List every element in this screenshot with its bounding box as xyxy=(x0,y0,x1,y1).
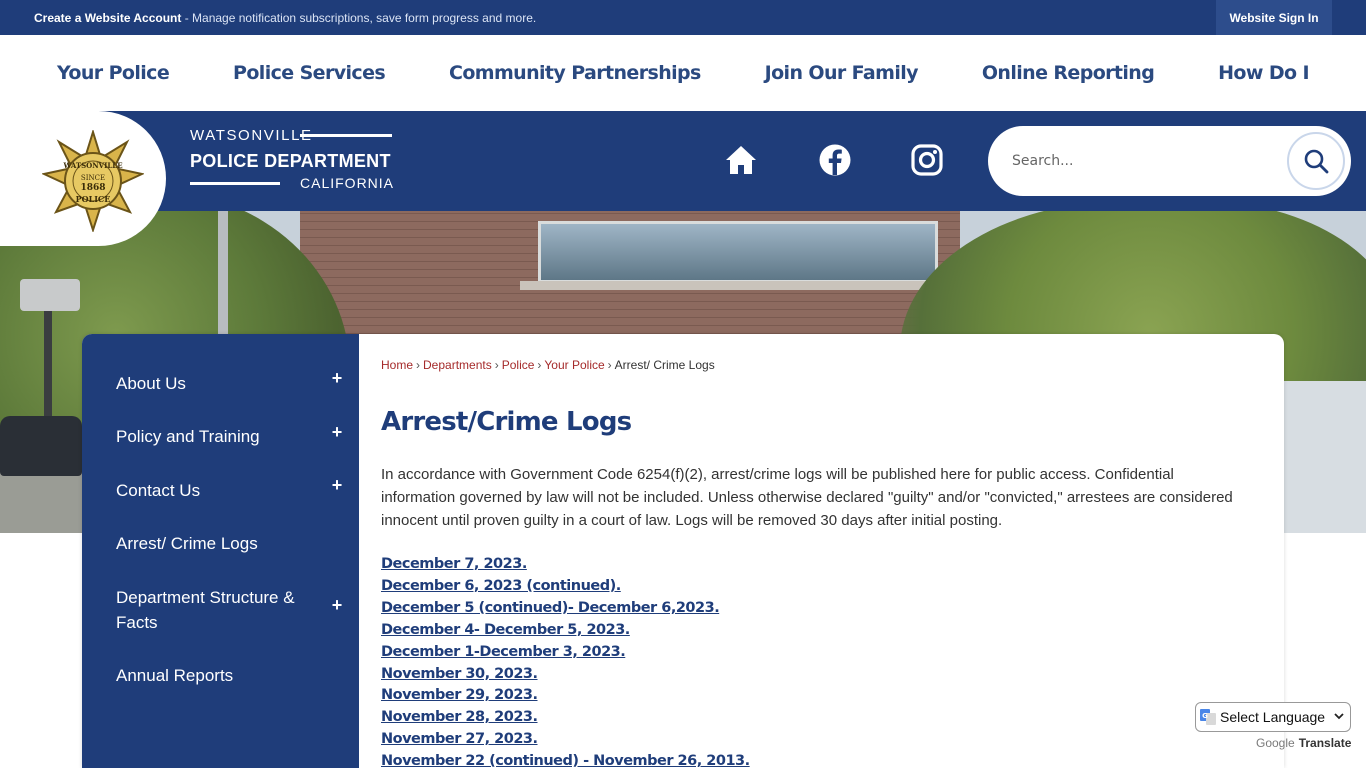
expand-contact-us-icon[interactable]: + xyxy=(327,475,347,496)
powered-by-google: Google Translate xyxy=(1256,736,1351,750)
wordmark-city: WATSONVILLE xyxy=(190,127,313,144)
badge-text-bottom: POLICE xyxy=(76,194,111,204)
nav-police-services[interactable]: Police Services xyxy=(233,62,386,84)
account-notice[interactable]: Create a Website Account - Manage notifi… xyxy=(34,11,536,25)
log-link[interactable]: November 29, 2023. xyxy=(381,685,1261,707)
content-card: About Us + Policy and Training + Contact… xyxy=(82,334,1284,768)
breadcrumb-police[interactable]: Police xyxy=(502,358,535,372)
create-account-link[interactable]: Create a Website Account xyxy=(34,11,181,25)
photo-lamp xyxy=(20,279,80,311)
nav-join-our-family[interactable]: Join Our Family xyxy=(765,62,919,84)
sidebar-item-contact-us[interactable]: Contact Us xyxy=(116,478,341,503)
wordmark-department: POLICE DEPARTMENT xyxy=(190,151,391,171)
search-button[interactable] xyxy=(1287,132,1345,190)
sidebar-menu: About Us + Policy and Training + Contact… xyxy=(82,334,359,768)
website-sign-in-button[interactable]: Website Sign In xyxy=(1216,0,1332,35)
photo-windows xyxy=(538,221,938,283)
log-link[interactable]: December 1-December 3, 2023. xyxy=(381,642,1261,664)
main-content: Home › Departments › Police › Your Police › Arre… xyxy=(381,334,1261,768)
log-link[interactable]: November 28, 2023. xyxy=(381,707,1261,729)
facebook-link[interactable] xyxy=(818,143,852,177)
breadcrumb-separator: › xyxy=(416,358,421,372)
breadcrumb-current: Arrest/ Crime Logs xyxy=(614,358,715,372)
nav-community-partnerships[interactable]: Community Partnerships xyxy=(449,62,701,84)
site-search xyxy=(988,126,1351,196)
nav-online-reporting[interactable]: Online Reporting xyxy=(982,62,1155,84)
breadcrumb-home[interactable]: Home xyxy=(381,358,413,372)
badge-text-top: WATSONVILLE xyxy=(62,161,122,170)
wordmark-state: CALIFORNIA xyxy=(300,175,395,191)
translate-label[interactable]: Translate xyxy=(1299,736,1352,750)
department-wordmark[interactable]: WATSONVILLE POLICE DEPARTMENT CALIFORNIA xyxy=(190,125,395,195)
language-select-label: Select Language xyxy=(1220,709,1326,725)
chevron-down-icon xyxy=(1334,713,1344,720)
sidebar-item-about-us[interactable]: About Us xyxy=(116,371,341,396)
search-icon xyxy=(1304,149,1329,174)
home-icon xyxy=(726,146,756,174)
log-link[interactable]: November 22 (continued) - November 26, 2… xyxy=(381,751,1261,768)
log-link[interactable]: December 7, 2023. xyxy=(381,554,1261,576)
photo-car xyxy=(0,416,82,476)
intro-paragraph: In accordance with Government Code 6254(… xyxy=(381,466,1233,529)
page-title: Arrest/Crime Logs xyxy=(381,407,632,437)
svg-text:G: G xyxy=(1202,712,1208,720)
breadcrumb-departments[interactable]: Departments xyxy=(423,358,492,372)
badge-text-since: SINCE xyxy=(81,174,105,182)
wordmark-rule xyxy=(300,134,392,137)
home-link[interactable] xyxy=(724,143,758,177)
sidebar-item-department-structure[interactable]: Department Structure & Facts xyxy=(116,585,316,635)
instagram-icon xyxy=(911,144,943,176)
expand-department-structure-icon[interactable]: + xyxy=(327,595,347,616)
wordmark-rule xyxy=(190,182,280,185)
photo-building-edge xyxy=(1280,381,1366,533)
nav-your-police[interactable]: Your Police xyxy=(57,62,170,84)
sidebar-item-policy-and-training[interactable]: Policy and Training xyxy=(116,424,341,449)
breadcrumb: Home › Departments › Police › Your Police › Arre… xyxy=(381,358,715,372)
nav-how-do-i[interactable]: How Do I xyxy=(1218,62,1309,84)
translate-widget: G Select Language Google Translate xyxy=(1195,702,1351,758)
sidebar-item-annual-reports[interactable]: Annual Reports xyxy=(116,663,341,688)
police-badge-logo[interactable]: WATSONVILLE SINCE 1868 POLICE xyxy=(42,130,144,232)
log-link[interactable]: November 27, 2023. xyxy=(381,729,1261,751)
main-navigation: Your Police Police Services Community Pa… xyxy=(0,35,1366,111)
sidebar-item-arrest-crime-logs[interactable]: Arrest/ Crime Logs xyxy=(116,531,341,556)
language-select[interactable]: G Select Language xyxy=(1195,702,1351,732)
breadcrumb-separator: › xyxy=(607,358,612,372)
google-label: Google xyxy=(1256,736,1295,750)
top-notification-bar: Create a Website Account - Manage notifi… xyxy=(0,0,1366,35)
log-link-list: December 7, 2023. December 6, 2023 (cont… xyxy=(381,554,1261,768)
log-link[interactable]: December 6, 2023 (continued). xyxy=(381,576,1261,598)
log-link[interactable]: December 5 (continued)- December 6,2023. xyxy=(381,598,1261,620)
breadcrumb-separator: › xyxy=(494,358,499,372)
google-translate-icon: G xyxy=(1200,709,1216,725)
account-notice-text: - Manage notification subscriptions, sav… xyxy=(181,11,537,25)
log-link[interactable]: December 4- December 5, 2023. xyxy=(381,620,1261,642)
log-link[interactable]: November 30, 2023. xyxy=(381,664,1261,686)
instagram-link[interactable] xyxy=(910,143,944,177)
breadcrumb-your-police[interactable]: Your Police xyxy=(544,358,604,372)
photo-ledge xyxy=(520,281,960,290)
badge-text-year: 1868 xyxy=(80,183,105,193)
expand-about-us-icon[interactable]: + xyxy=(327,368,347,389)
facebook-icon xyxy=(819,144,851,176)
expand-policy-and-training-icon[interactable]: + xyxy=(327,422,347,443)
breadcrumb-separator: › xyxy=(537,358,542,372)
search-input[interactable] xyxy=(1012,148,1262,174)
